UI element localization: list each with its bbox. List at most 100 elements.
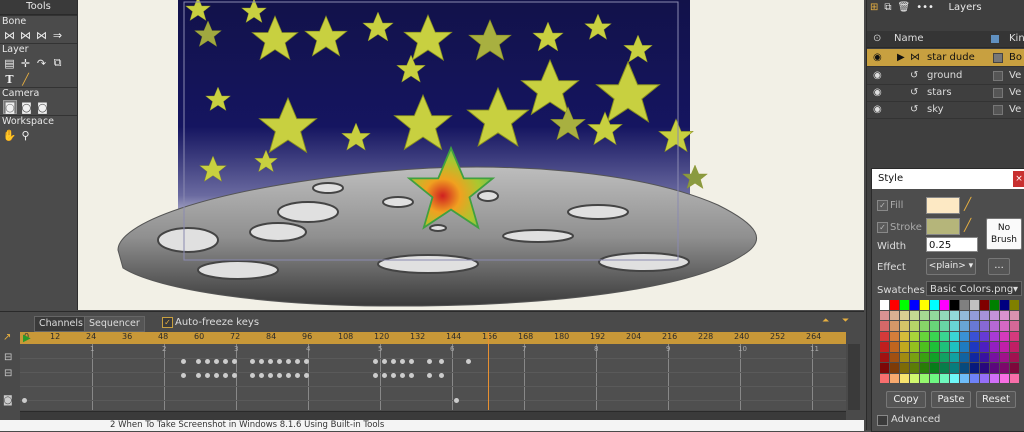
- keyframe-dot[interactable]: [250, 373, 255, 378]
- color-swatch[interactable]: [960, 300, 969, 310]
- color-swatch[interactable]: [920, 352, 929, 362]
- keyframe-dot[interactable]: [400, 373, 405, 378]
- color-swatch[interactable]: [1000, 342, 1009, 352]
- keyframe-dot[interactable]: [205, 359, 210, 364]
- text-tool-icon[interactable]: T: [3, 73, 16, 86]
- camera-zoom-icon[interactable]: ◙: [20, 101, 33, 114]
- layer-row-star-dude[interactable]: ◉ ▶ ⋈ star dude Bo: [867, 49, 1024, 67]
- keyframe-dot[interactable]: [466, 359, 471, 364]
- color-swatch[interactable]: [920, 331, 929, 341]
- color-swatch[interactable]: [950, 363, 959, 373]
- color-swatch[interactable]: [980, 310, 989, 320]
- color-swatch[interactable]: [910, 321, 919, 331]
- color-swatch[interactable]: [990, 300, 999, 310]
- color-swatch[interactable]: [890, 321, 899, 331]
- color-swatch[interactable]: [960, 342, 969, 352]
- effect-more-button[interactable]: ...: [988, 258, 1010, 275]
- color-swatch[interactable]: [990, 373, 999, 383]
- keyframe-dot[interactable]: [232, 373, 237, 378]
- expand-arrow-icon[interactable]: ▶: [897, 49, 905, 66]
- canvas-viewport[interactable]: [78, 0, 864, 310]
- collapse-up-icon[interactable]: ⏶: [822, 316, 836, 326]
- color-swatch[interactable]: [890, 352, 899, 362]
- color-swatch[interactable]: [920, 310, 929, 320]
- play-marker-icon[interactable]: ▶: [23, 333, 31, 344]
- color-swatch[interactable]: [880, 352, 889, 362]
- color-swatch[interactable]: [940, 300, 949, 310]
- autofreeze-checkbox[interactable]: ✓: [162, 317, 173, 328]
- color-swatch[interactable]: [900, 342, 909, 352]
- keyframe-dot[interactable]: [205, 373, 210, 378]
- color-swatch[interactable]: [890, 363, 899, 373]
- color-swatch[interactable]: [940, 363, 949, 373]
- stroke-eyedropper-icon[interactable]: ╱: [964, 218, 971, 232]
- keyframe-dot[interactable]: [304, 373, 309, 378]
- color-swatch[interactable]: [960, 310, 969, 320]
- color-swatch[interactable]: [890, 310, 899, 320]
- color-swatch[interactable]: [970, 342, 979, 352]
- color-swatch[interactable]: [950, 373, 959, 383]
- layer-color-swatch[interactable]: [993, 71, 1003, 81]
- color-swatch[interactable]: [940, 342, 949, 352]
- color-swatch[interactable]: [970, 321, 979, 331]
- color-swatch[interactable]: [1010, 373, 1019, 383]
- keyframe-dot[interactable]: [409, 359, 414, 364]
- visibility-eye-icon[interactable]: ◉: [873, 101, 882, 118]
- color-swatch[interactable]: [890, 331, 899, 341]
- color-swatch[interactable]: [990, 342, 999, 352]
- color-swatch[interactable]: [890, 300, 899, 310]
- color-swatch[interactable]: [970, 310, 979, 320]
- color-swatch[interactable]: [980, 331, 989, 341]
- no-brush-button[interactable]: No Brush: [986, 218, 1022, 250]
- color-swatch[interactable]: [880, 331, 889, 341]
- keyframe-dot[interactable]: [181, 359, 186, 364]
- color-swatch[interactable]: [980, 300, 989, 310]
- layer-color-swatch[interactable]: [993, 53, 1003, 63]
- keyframe-dot[interactable]: [22, 398, 27, 403]
- color-swatch[interactable]: [1000, 321, 1009, 331]
- color-swatch[interactable]: [990, 310, 999, 320]
- keyframe-dot[interactable]: [295, 373, 300, 378]
- color-swatch[interactable]: [910, 352, 919, 362]
- reset-button[interactable]: Reset: [976, 391, 1016, 408]
- keyframe-dot[interactable]: [373, 359, 378, 364]
- eyedropper-icon[interactable]: ╱: [19, 73, 32, 86]
- stroke-color-swatch[interactable]: [926, 218, 960, 235]
- color-swatch[interactable]: [880, 300, 889, 310]
- color-swatch[interactable]: [920, 321, 929, 331]
- close-icon[interactable]: ×: [1013, 171, 1024, 187]
- swatch-grid[interactable]: [880, 300, 1020, 384]
- color-swatch[interactable]: [1010, 363, 1019, 373]
- color-swatch[interactable]: [1010, 321, 1019, 331]
- visibility-eye-icon[interactable]: ◉: [873, 49, 882, 66]
- color-swatch[interactable]: [990, 363, 999, 373]
- keyframe-dot[interactable]: [259, 373, 264, 378]
- keyframe-dot[interactable]: [409, 373, 414, 378]
- color-swatch[interactable]: [980, 352, 989, 362]
- color-swatch[interactable]: [960, 352, 969, 362]
- color-swatch[interactable]: [930, 363, 939, 373]
- keyframe-dot[interactable]: [214, 359, 219, 364]
- color-swatch[interactable]: [920, 373, 929, 383]
- color-swatch[interactable]: [980, 342, 989, 352]
- keyframe-dot[interactable]: [439, 373, 444, 378]
- advanced-checkbox[interactable]: [877, 415, 888, 426]
- color-swatch[interactable]: [970, 363, 979, 373]
- color-swatch[interactable]: [900, 321, 909, 331]
- keyframe-dot[interactable]: [196, 359, 201, 364]
- keyframe-dot[interactable]: [382, 373, 387, 378]
- timeline-tracks[interactable]: 1 2 3 4 5 6 7 8 9 10 11: [20, 332, 846, 410]
- current-frame-line[interactable]: [488, 332, 489, 410]
- color-swatch[interactable]: [900, 310, 909, 320]
- effect-dropdown[interactable]: <plain> ▾: [926, 258, 976, 275]
- keyframe-dot[interactable]: [400, 359, 405, 364]
- color-swatch[interactable]: [930, 300, 939, 310]
- visibility-eye-icon[interactable]: ◉: [873, 84, 882, 101]
- keyframe-dot[interactable]: [250, 359, 255, 364]
- camera-roll-icon[interactable]: ◙: [36, 101, 49, 114]
- scale-layer-icon[interactable]: ⧉: [51, 56, 64, 70]
- color-swatch[interactable]: [980, 363, 989, 373]
- color-swatch[interactable]: [950, 300, 959, 310]
- keyframe-dot[interactable]: [277, 373, 282, 378]
- color-swatch[interactable]: [900, 352, 909, 362]
